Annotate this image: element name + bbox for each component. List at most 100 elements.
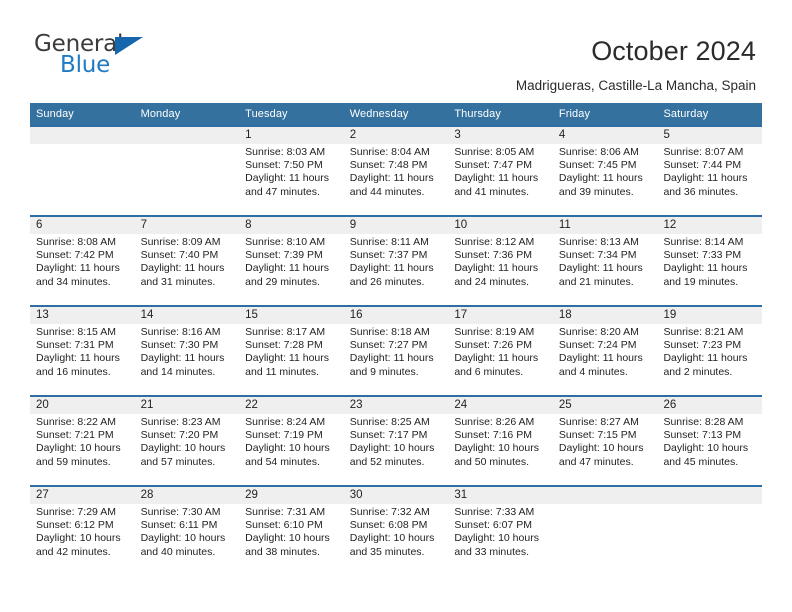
day-sun-info: Sunrise: 8:07 AM Sunset: 7:44 PM Daylight:… <box>663 146 759 199</box>
day-number: 19 <box>663 309 677 321</box>
sunset-text: Sunset: 7:47 PM <box>454 159 532 172</box>
calendar-day-cell[interactable]: 20 Sunrise: 8:22 AM Sunset: 7:21 PM Dayligh… <box>30 397 135 485</box>
calendar-day-cell[interactable]: 5 Sunrise: 8:07 AM Sunset: 7:44 PM Daylight… <box>657 127 762 215</box>
day-sun-info: Sunrise: 8:16 AM Sunset: 7:30 PM Daylight:… <box>141 326 237 379</box>
sunset-text: Sunset: 7:45 PM <box>558 159 637 172</box>
calendar-day-cell[interactable]: 28 Sunrise: 7:30 AM Sunset: 6:11 PM Dayligh… <box>135 487 240 575</box>
logo-text-blue: Blue <box>60 52 111 78</box>
daylight-text: Daylight: 10 hours and 40 minutes. <box>140 532 226 558</box>
sunrise-text: Sunrise: 8:22 AM <box>36 416 116 428</box>
calendar-day-cell[interactable]: 17 Sunrise: 8:19 AM Sunset: 7:26 PM Dayligh… <box>448 307 553 395</box>
calendar-day-cell[interactable]: 1 Sunrise: 8:03 AM Sunset: 7:50 PM Daylight… <box>239 127 344 215</box>
calendar-day-cell[interactable]: 22 Sunrise: 8:24 AM Sunset: 7:19 PM Dayligh… <box>239 397 344 485</box>
day-sun-info: Sunrise: 8:05 AM Sunset: 7:47 PM Daylight:… <box>454 146 550 199</box>
calendar-week-cells: 13 Sunrise: 8:15 AM Sunset: 7:31 PM Dayligh… <box>30 307 762 395</box>
day-sun-info: Sunrise: 8:17 AM Sunset: 7:28 PM Daylight:… <box>245 326 341 379</box>
weekday-header-thursday: Thursday <box>454 108 501 120</box>
calendar-day-cell[interactable]: 16 Sunrise: 8:18 AM Sunset: 7:27 PM Dayligh… <box>344 307 449 395</box>
weekday-header-wednesday: Wednesday <box>349 108 409 120</box>
sunset-text: Sunset: 6:11 PM <box>140 519 218 532</box>
sunrise-sunset-calendar: Sunday Monday Tuesday Wednesday Thursday Frid… <box>30 103 762 575</box>
calendar-day-cell[interactable]: 8 Sunrise: 8:10 AM Sunset: 7:39 PM Daylight… <box>239 217 344 305</box>
day-number <box>559 487 655 504</box>
sunset-text: Sunset: 7:23 PM <box>663 339 742 352</box>
calendar-day-cell[interactable]: 15 Sunrise: 8:17 AM Sunset: 7:28 PM Dayligh… <box>239 307 344 395</box>
sunrise-text: Sunrise: 8:23 AM <box>140 416 221 428</box>
day-number: 14 <box>140 309 154 321</box>
day-number: 3 <box>454 129 461 141</box>
daylight-text: Daylight: 10 hours and 38 minutes. <box>245 532 330 558</box>
day-number <box>663 487 759 504</box>
daylight-text: Daylight: 11 hours and 9 minutes. <box>349 352 434 378</box>
triangle-icon <box>115 37 143 55</box>
sunrise-text: Sunrise: 8:11 AM <box>349 236 429 248</box>
day-sun-info: Sunrise: 8:12 AM Sunset: 7:36 PM Daylight:… <box>454 236 550 289</box>
sunset-text: Sunset: 7:16 PM <box>454 429 532 442</box>
sunset-text: Sunset: 7:30 PM <box>140 339 219 352</box>
calendar-day-cell[interactable]: 19 Sunrise: 8:21 AM Sunset: 7:23 PM Dayligh… <box>657 307 762 395</box>
calendar-day-cell[interactable]: 21 Sunrise: 8:23 AM Sunset: 7:20 PM Dayligh… <box>135 397 240 485</box>
calendar-day-cell[interactable]: 9 Sunrise: 8:11 AM Sunset: 7:37 PM Daylight… <box>344 217 449 305</box>
day-number: 21 <box>140 399 154 411</box>
weekday-header-row: Sunday Monday Tuesday Wednesday Thursday Frid… <box>30 103 762 125</box>
day-sun-info: Sunrise: 8:04 AM Sunset: 7:48 PM Daylight:… <box>350 146 446 199</box>
page-title: October 2024 <box>591 36 756 66</box>
day-number: 23 <box>349 399 363 411</box>
calendar-day-cell[interactable]: 27 Sunrise: 7:29 AM Sunset: 6:12 PM Dayligh… <box>30 487 135 575</box>
day-sun-info: Sunrise: 8:22 AM Sunset: 7:21 PM Daylight:… <box>36 416 132 469</box>
day-sun-info: Sunrise: 8:27 AM Sunset: 7:15 PM Daylight:… <box>559 416 655 469</box>
sunset-text: Sunset: 7:15 PM <box>558 429 637 442</box>
calendar-day-cell[interactable]: 13 Sunrise: 8:15 AM Sunset: 7:31 PM Dayligh… <box>30 307 135 395</box>
day-number: 1 <box>245 129 252 141</box>
day-number: 4 <box>558 129 566 141</box>
calendar-day-cell[interactable]: 12 Sunrise: 8:14 AM Sunset: 7:33 PM Dayligh… <box>657 217 762 305</box>
calendar-day-cell[interactable]: 2 Sunrise: 8:04 AM Sunset: 7:48 PM Daylight… <box>344 127 449 215</box>
sunrise-text: Sunrise: 8:06 AM <box>558 146 639 158</box>
day-sun-info: Sunrise: 8:21 AM Sunset: 7:23 PM Daylight:… <box>663 326 759 379</box>
daylight-text: Daylight: 10 hours and 54 minutes. <box>245 442 330 468</box>
calendar-day-cell[interactable]: 31 Sunrise: 7:33 AM Sunset: 6:07 PM Dayligh… <box>448 487 553 575</box>
calendar-page: General Blue October 2024 Madrigueras, C… <box>0 0 792 612</box>
day-number: 2 <box>349 129 357 141</box>
sunset-text: Sunset: 7:20 PM <box>140 429 219 442</box>
calendar-day-cell[interactable]: 30 Sunrise: 7:32 AM Sunset: 6:08 PM Dayligh… <box>344 487 449 575</box>
calendar-day-cell[interactable]: 23 Sunrise: 8:25 AM Sunset: 7:17 PM Dayligh… <box>344 397 449 485</box>
sunset-text: Sunset: 7:21 PM <box>36 429 114 442</box>
calendar-day-cell[interactable]: 10 Sunrise: 8:12 AM Sunset: 7:36 PM Dayligh… <box>448 217 553 305</box>
sunset-text: Sunset: 7:36 PM <box>454 249 532 262</box>
calendar-day-cell[interactable]: 29 Sunrise: 7:31 AM Sunset: 6:10 PM Dayligh… <box>239 487 344 575</box>
calendar-day-cell[interactable]: 25 Sunrise: 8:27 AM Sunset: 7:15 PM Dayligh… <box>553 397 658 485</box>
sunrise-text: Sunrise: 8:28 AM <box>663 416 744 428</box>
daylight-text: Daylight: 11 hours and 2 minutes. <box>663 352 748 378</box>
day-sun-info: Sunrise: 8:11 AM Sunset: 7:37 PM Daylight:… <box>350 236 446 289</box>
day-sun-info: Sunrise: 8:10 AM Sunset: 7:39 PM Daylight:… <box>245 236 341 289</box>
day-sun-info: Sunrise: 7:31 AM Sunset: 6:10 PM Daylight:… <box>245 506 341 559</box>
calendar-day-cell[interactable]: 26 Sunrise: 8:28 AM Sunset: 7:13 PM Dayligh… <box>657 397 762 485</box>
weekday-header-monday: Monday <box>140 108 181 120</box>
calendar-day-cell[interactable]: 14 Sunrise: 8:16 AM Sunset: 7:30 PM Dayligh… <box>135 307 240 395</box>
general-blue-logo[interactable]: General Blue <box>34 33 234 87</box>
calendar-day-cell[interactable]: 7 Sunrise: 8:09 AM Sunset: 7:40 PM Daylight… <box>135 217 240 305</box>
page-header: General Blue October 2024 Madrigueras, C… <box>0 0 792 100</box>
sunset-text: Sunset: 7:19 PM <box>245 429 323 442</box>
day-number <box>36 127 132 144</box>
day-number: 13 <box>36 309 49 321</box>
calendar-week-cells: 20 Sunrise: 8:22 AM Sunset: 7:21 PM Dayligh… <box>30 397 762 485</box>
calendar-day-cell[interactable]: 4 Sunrise: 8:06 AM Sunset: 7:45 PM Daylight… <box>553 127 658 215</box>
day-number: 12 <box>663 219 677 231</box>
day-sun-info: Sunrise: 7:29 AM Sunset: 6:12 PM Daylight:… <box>36 506 132 559</box>
sunrise-text: Sunrise: 8:08 AM <box>36 236 116 248</box>
calendar-day-cell[interactable]: 18 Sunrise: 8:20 AM Sunset: 7:24 PM Dayligh… <box>553 307 658 395</box>
daylight-text: Daylight: 11 hours and 29 minutes. <box>245 262 330 288</box>
day-sun-info: Sunrise: 8:24 AM Sunset: 7:19 PM Daylight:… <box>245 416 341 469</box>
day-number: 27 <box>36 489 49 501</box>
weekday-header-tuesday: Tuesday <box>245 108 288 120</box>
calendar-day-cell[interactable]: 6 Sunrise: 8:08 AM Sunset: 7:42 PM Daylight… <box>30 217 135 305</box>
day-sun-info: Sunrise: 8:14 AM Sunset: 7:33 PM Daylight:… <box>663 236 759 289</box>
calendar-day-cell[interactable]: 3 Sunrise: 8:05 AM Sunset: 7:47 PM Daylight… <box>448 127 553 215</box>
day-sun-info: Sunrise: 8:08 AM Sunset: 7:42 PM Daylight:… <box>36 236 132 289</box>
sunset-text: Sunset: 7:39 PM <box>245 249 323 262</box>
calendar-day-cell[interactable]: 11 Sunrise: 8:13 AM Sunset: 7:34 PM Dayligh… <box>553 217 658 305</box>
day-sun-info: Sunrise: 8:13 AM Sunset: 7:34 PM Daylight:… <box>559 236 655 289</box>
calendar-day-cell[interactable]: 24 Sunrise: 8:26 AM Sunset: 7:16 PM Dayligh… <box>448 397 553 485</box>
